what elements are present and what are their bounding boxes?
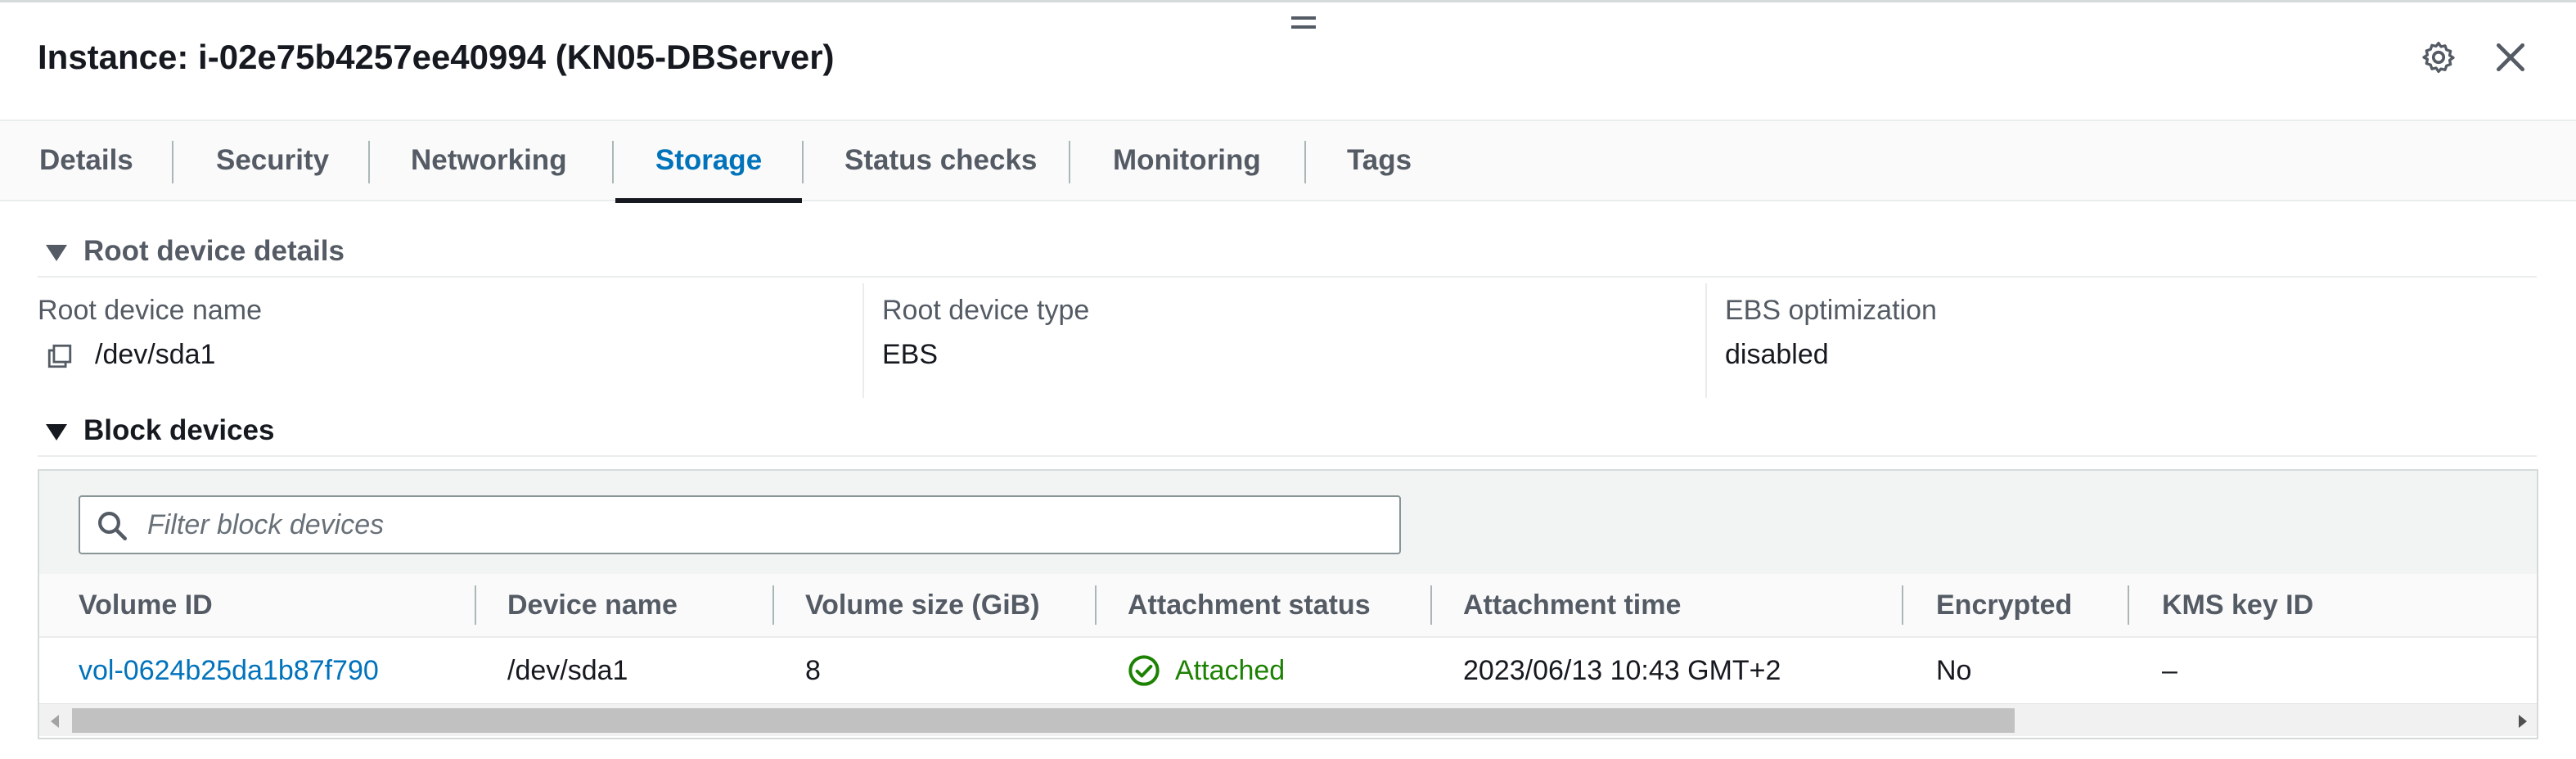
instance-details-panel: Instance: i-02e75b4257ee40994 (KN05-DBSe… xyxy=(0,0,2576,759)
scroll-right-icon[interactable] xyxy=(2519,715,2527,728)
column-resizer[interactable] xyxy=(475,585,476,625)
tab-security[interactable]: Security xyxy=(216,121,329,201)
kms-key-id-cell: – xyxy=(2162,655,2177,686)
attachment-time-cell: 2023/06/13 10:43 GMT+2 xyxy=(1463,655,1781,686)
column-resizer[interactable] xyxy=(2128,585,2129,625)
column-header-volume-id[interactable]: Volume ID xyxy=(79,574,213,636)
filter-input[interactable] xyxy=(146,500,1389,549)
field-label: Root device name xyxy=(38,295,263,326)
device-name-cell: /dev/sda1 xyxy=(507,655,628,686)
tab-divider xyxy=(1304,141,1306,183)
gear-icon[interactable] xyxy=(2421,39,2457,75)
tab-tags[interactable]: Tags xyxy=(1347,121,1412,201)
tab-details[interactable]: Details xyxy=(39,121,133,201)
caret-down-icon[interactable] xyxy=(46,245,67,261)
volume-id-link[interactable]: vol-0624b25da1b87f790 xyxy=(79,638,379,703)
section-title: Root device details xyxy=(83,235,345,267)
copy-icon[interactable] xyxy=(46,342,74,370)
root-device-details-header[interactable]: Root device details xyxy=(38,228,2537,278)
field-value: disabled xyxy=(1725,339,1829,370)
tab-divider xyxy=(172,141,173,183)
tab-monitoring[interactable]: Monitoring xyxy=(1113,121,1261,201)
column-resizer[interactable] xyxy=(1430,585,1432,625)
column-resizer[interactable] xyxy=(1095,585,1097,625)
section-title: Block devices xyxy=(83,414,275,446)
field-label: Root device type xyxy=(882,295,1090,326)
table-header: Volume ID Device name Volume size (GiB) … xyxy=(39,574,2537,638)
tab-divider xyxy=(612,141,614,183)
tab-bar: Details Security Networking Storage Stat… xyxy=(0,120,2576,203)
block-devices-table: Volume ID Device name Volume size (GiB) … xyxy=(38,469,2538,739)
filter-box[interactable] xyxy=(79,495,1401,554)
scroll-left-icon[interactable] xyxy=(51,715,59,728)
page-title: Instance: i-02e75b4257ee40994 (KN05-DBSe… xyxy=(38,38,835,76)
tab-status-checks[interactable]: Status checks xyxy=(844,121,1037,201)
tab-networking[interactable]: Networking xyxy=(411,121,567,201)
root-device-type-field: Root device type EBS xyxy=(862,283,1705,398)
tab-divider xyxy=(802,141,804,183)
root-device-name-field: Root device name /dev/sda1 xyxy=(38,283,862,398)
tab-divider xyxy=(1069,141,1070,183)
horizontal-scrollbar[interactable] xyxy=(39,703,2537,736)
column-header-device-name[interactable]: Device name xyxy=(507,574,678,636)
panel-header: Instance: i-02e75b4257ee40994 (KN05-DBSe… xyxy=(0,5,2576,120)
search-icon xyxy=(98,512,128,541)
scrollbar-thumb[interactable] xyxy=(72,708,2015,733)
encrypted-cell: No xyxy=(1936,655,1972,686)
volume-size-cell: 8 xyxy=(805,655,821,686)
attachment-status-cell: Attached xyxy=(1128,638,1373,703)
table-row: vol-0624b25da1b87f790 /dev/sda1 8 Attach… xyxy=(39,638,2537,703)
column-header-kms-key-id[interactable]: KMS key ID xyxy=(2162,574,2313,636)
check-circle-icon xyxy=(1128,655,1160,686)
column-header-attachment-status[interactable]: Attachment status xyxy=(1128,574,1371,636)
close-icon[interactable] xyxy=(2493,39,2529,75)
block-devices-header[interactable]: Block devices xyxy=(38,408,2537,457)
column-header-attachment-time[interactable]: Attachment time xyxy=(1463,574,1681,636)
column-resizer[interactable] xyxy=(1902,585,1903,625)
column-header-encrypted[interactable]: Encrypted xyxy=(1936,574,2072,636)
column-header-volume-size[interactable]: Volume size (GiB) xyxy=(805,574,1040,636)
field-value: EBS xyxy=(882,339,939,370)
ebs-optimization-field: EBS optimization disabled xyxy=(1705,283,2537,398)
field-value: /dev/sda1 xyxy=(95,339,216,370)
status-text: Attached xyxy=(1175,655,1286,686)
field-label: EBS optimization xyxy=(1725,295,1937,326)
caret-down-icon[interactable] xyxy=(46,424,67,440)
column-resizer[interactable] xyxy=(772,585,774,625)
tab-divider xyxy=(368,141,370,183)
tab-storage[interactable]: Storage xyxy=(615,121,802,203)
table-toolbar xyxy=(39,471,2537,574)
